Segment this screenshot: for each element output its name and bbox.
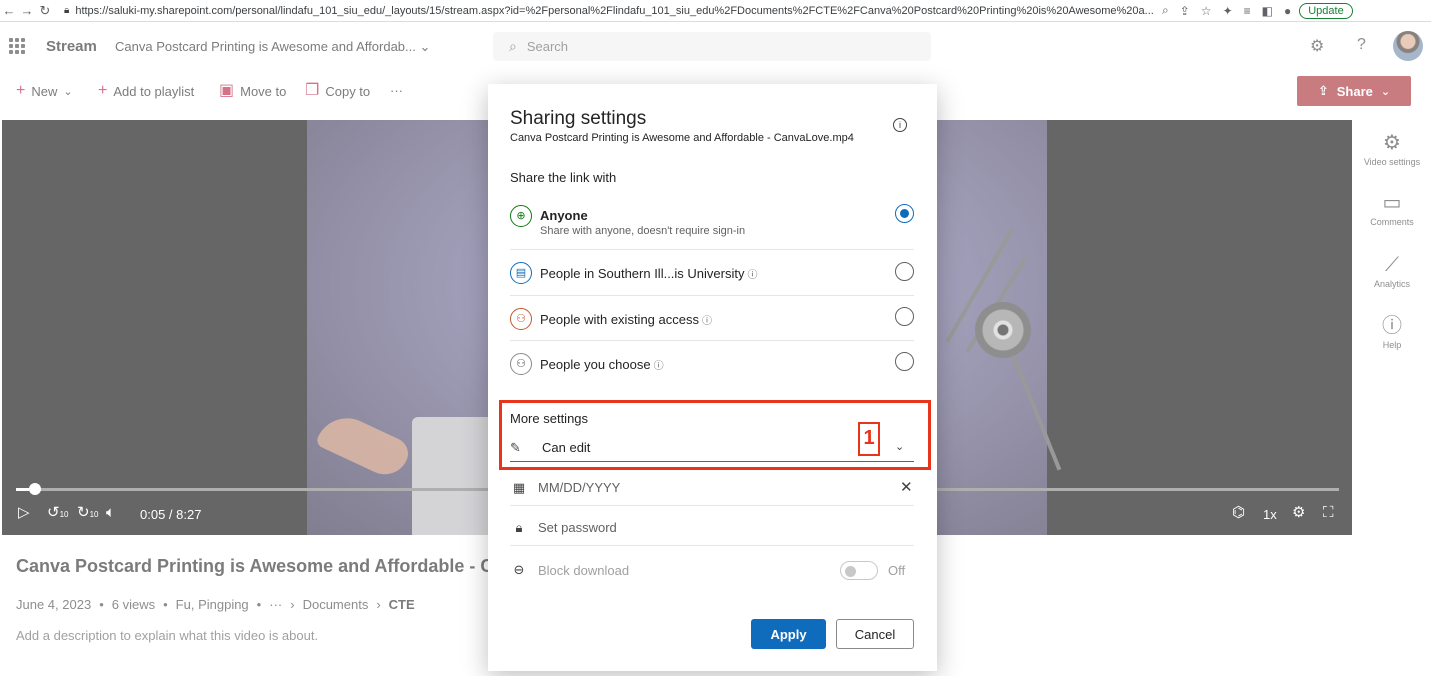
radio-organization[interactable] [895,262,914,281]
extensions-icon[interactable]: ✦ [1223,4,1233,18]
clear-date-icon[interactable]: ✕ [900,478,913,496]
profile-icon[interactable]: ● [1284,4,1291,18]
info-icon[interactable]: i [893,118,907,132]
option-existing-access-label: People with existing access ⓘ [540,312,712,327]
option-anyone-label: Anyone [540,208,588,223]
option-anyone[interactable]: ⊕ Anyone Share with anyone, doesn't requ… [510,202,914,250]
expiration-date-placeholder: MM/DD/YYYY [538,480,621,495]
password-field[interactable]: 🔒︎ Set password [510,510,914,546]
lock-icon: 🔒︎ [64,5,70,16]
option-people-you-choose-label: People you choose ⓘ [540,357,664,372]
info-icon[interactable]: ⓘ [747,270,757,281]
share-with-heading: Share the link with [510,170,617,185]
globe-icon: ⊕ [510,205,532,227]
dialog-subtitle: Canva Postcard Printing is Awesome and A… [510,132,854,144]
side-panel-icon[interactable]: ◧ [1262,4,1273,18]
forward-icon[interactable]: → [18,3,36,18]
radio-anyone[interactable] [895,204,914,223]
back-icon[interactable]: ← [0,3,18,18]
share-page-icon[interactable]: ⇪ [1180,4,1190,18]
option-organization[interactable]: ▤ People in Southern Ill...is University… [510,250,914,296]
address-bar[interactable]: 🔒︎ https://saluki-my.sharepoint.com/pers… [64,5,1154,17]
reload-icon[interactable]: ↻ [36,3,54,19]
option-organization-label: People in Southern Ill...is University ⓘ [540,266,758,281]
block-download-state: Off [888,563,906,578]
address-bar-url: https://saluki-my.sharepoint.com/persona… [75,4,1154,17]
radio-existing-access[interactable] [895,307,914,326]
option-people-you-choose[interactable]: ⚇ People you choose ⓘ [510,341,914,387]
info-icon[interactable]: ⓘ [654,361,664,372]
radio-people-you-choose[interactable] [895,352,914,371]
cancel-button[interactable]: Cancel [836,619,914,649]
option-existing-access[interactable]: ⚇ People with existing access ⓘ [510,296,914,341]
block-download-row: ⊖ Block download Off [510,552,914,588]
dialog-title: Sharing settings [510,108,647,129]
block-download-toggle[interactable] [840,561,878,580]
browser-toolbar: ← → ↻ 🔒︎ https://saluki-my.sharepoint.co… [0,0,1431,22]
sharing-settings-dialog: Sharing settings Canva Postcard Printing… [488,84,937,671]
people-existing-icon: ⚇ [510,308,532,330]
expiration-date-field[interactable]: ▦ MM/DD/YYYY ✕ [510,470,914,506]
calendar-icon: ▦ [512,479,526,495]
browser-update-button[interactable]: Update [1299,2,1353,19]
zoom-icon[interactable]: ⌕ [1162,3,1169,18]
people-icon: ⚇ [510,353,532,375]
info-icon[interactable]: ⓘ [702,316,712,327]
organization-icon: ▤ [510,262,532,284]
block-download-label: Block download [538,562,630,578]
option-anyone-desc: Share with anyone, doesn't require sign-… [540,225,746,237]
lock-icon: 🔒︎ [515,519,523,535]
bookmark-star-icon[interactable]: ☆ [1201,4,1212,18]
reading-list-icon[interactable]: ≡ [1244,4,1251,18]
password-placeholder: Set password [538,520,617,535]
apply-button[interactable]: Apply [751,619,826,649]
block-icon: ⊖ [513,562,525,577]
annotation-step-number: 1 [858,422,880,456]
